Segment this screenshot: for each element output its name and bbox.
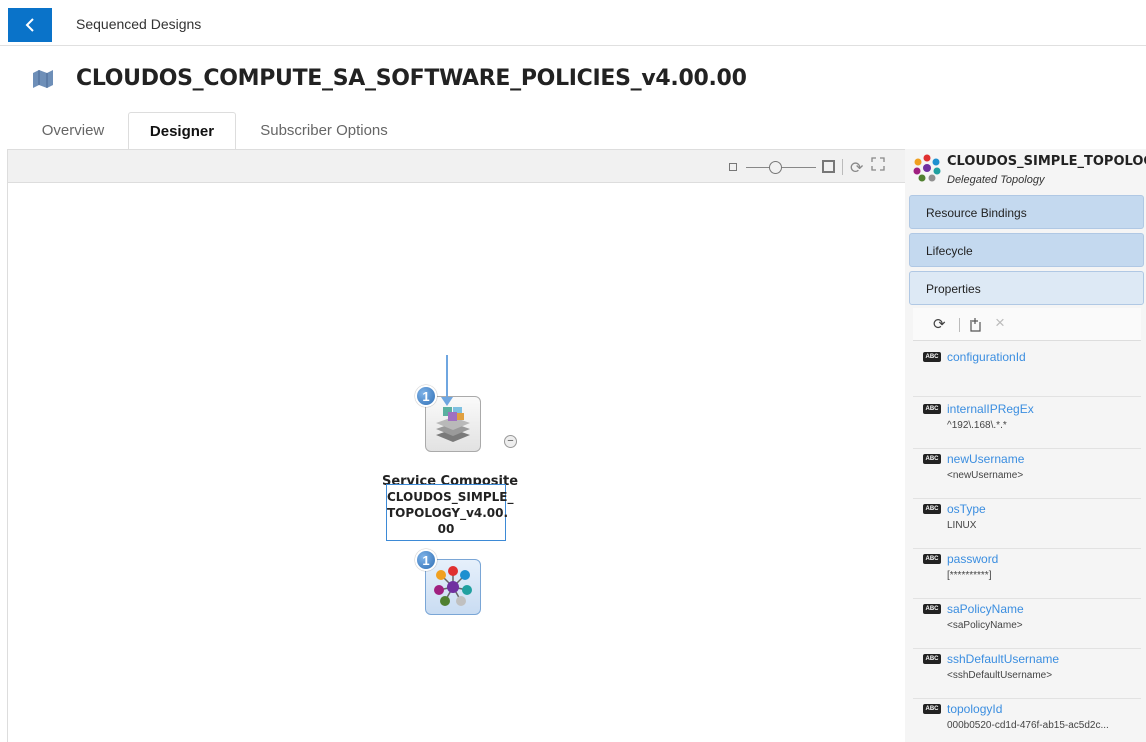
tab-designer[interactable]: Designer xyxy=(128,112,236,150)
property-name[interactable]: saPolicyName xyxy=(947,602,1024,616)
title-row: CLOUDOS_COMPUTE_SA_SOFTWARE_POLICIES_v4.… xyxy=(0,58,1146,102)
property-item[interactable]: ABC newUsername <newUsername> xyxy=(913,449,1141,499)
collapse-button[interactable]: − xyxy=(504,435,517,448)
property-value: 000b0520-cd1d-476f-ab15-ac5d2c... xyxy=(947,720,1109,731)
zoom-out-icon[interactable] xyxy=(729,163,737,171)
property-item[interactable]: ABC saPolicyName <saPolicyName> xyxy=(913,599,1141,649)
back-button[interactable] xyxy=(8,8,52,42)
properties-panel: CLOUDOS_SIMPLE_TOPOLOGY_v... Delegated T… xyxy=(905,149,1146,742)
toolbar-divider xyxy=(959,318,960,332)
service-composite-node[interactable] xyxy=(425,396,481,452)
panel-subtitle: Delegated Topology xyxy=(947,174,1045,186)
fit-screen-icon[interactable] xyxy=(871,157,885,171)
property-value: LINUX xyxy=(947,520,977,531)
property-value: <saPolicyName> xyxy=(947,620,1023,631)
property-name[interactable]: newUsername xyxy=(947,452,1024,466)
service-composite-icon xyxy=(436,407,470,442)
panel-title: CLOUDOS_SIMPLE_TOPOLOGY_v... xyxy=(947,154,1146,169)
node-label-line: 00 xyxy=(437,522,455,536)
properties-toolbar: ⟳ × xyxy=(913,308,1141,341)
property-item[interactable]: ABC password [**********] xyxy=(913,549,1141,599)
page-title: CLOUDOS_COMPUTE_SA_SOFTWARE_POLICIES_v4.… xyxy=(76,66,747,91)
property-name[interactable]: topologyId xyxy=(947,702,1002,716)
property-name[interactable]: sshDefaultUsername xyxy=(947,652,1059,666)
string-type-icon: ABC xyxy=(923,654,941,664)
string-type-icon: ABC xyxy=(923,454,941,464)
string-type-icon: ABC xyxy=(923,352,941,362)
property-value: <sshDefaultUsername> xyxy=(947,670,1053,681)
canvas-toolbar: ⟳ xyxy=(8,150,906,183)
tab-bar: Overview Designer Subscriber Options xyxy=(0,110,1146,150)
section-lifecycle[interactable]: Lifecycle xyxy=(909,233,1144,267)
section-properties[interactable]: Properties xyxy=(909,271,1144,305)
topology-icon xyxy=(434,566,472,606)
connector-line xyxy=(446,355,448,399)
node-label-line: TOPOLOGY_v4.00. xyxy=(387,506,509,520)
tab-subscriber-options[interactable]: Subscriber Options xyxy=(244,112,404,150)
property-value: ^192\.168\.*.* xyxy=(947,420,1007,431)
property-item[interactable]: ABC sshDefaultUsername <sshDefaultUserna… xyxy=(913,649,1141,699)
property-item[interactable]: ABC internalIPRegEx ^192\.168\.*.* xyxy=(913,399,1141,449)
string-type-icon: ABC xyxy=(923,704,941,714)
delete-icon[interactable]: × xyxy=(995,313,1005,333)
refresh-icon[interactable]: ⟳ xyxy=(850,158,863,178)
breadcrumb-link[interactable]: Sequenced Designs xyxy=(76,16,201,32)
connector-arrow xyxy=(441,397,453,406)
zoom-slider-handle[interactable] xyxy=(769,161,782,174)
section-resource-bindings[interactable]: Resource Bindings xyxy=(909,195,1144,229)
string-type-icon: ABC xyxy=(923,404,941,414)
back-arrow-icon xyxy=(25,18,34,32)
node-label-line: CLOUDOS_SIMPLE_ xyxy=(387,490,514,504)
map-icon xyxy=(33,70,53,88)
instance-count-badge: 1 xyxy=(415,549,437,571)
property-item[interactable]: ABC osType LINUX xyxy=(913,499,1141,549)
zoom-in-icon[interactable] xyxy=(822,160,835,173)
property-name[interactable]: osType xyxy=(947,502,986,516)
property-item[interactable]: ABC topologyId 000b0520-cd1d-476f-ab15-a… xyxy=(913,699,1141,742)
string-type-icon: ABC xyxy=(923,604,941,614)
tab-overview[interactable]: Overview xyxy=(26,112,120,150)
instance-count-badge: 1 xyxy=(415,385,437,407)
property-name[interactable]: internalIPRegEx xyxy=(947,402,1034,416)
property-value: <newUsername> xyxy=(947,470,1024,481)
property-item[interactable]: ABC configurationId xyxy=(913,347,1141,397)
panel-header: CLOUDOS_SIMPLE_TOPOLOGY_v... Delegated T… xyxy=(905,149,1146,192)
property-name[interactable]: password xyxy=(947,552,998,566)
string-type-icon: ABC xyxy=(923,504,941,514)
property-name[interactable]: configurationId xyxy=(947,350,1026,364)
toolbar-divider xyxy=(842,159,843,175)
refresh-icon[interactable]: ⟳ xyxy=(933,315,946,333)
top-bar: Sequenced Designs xyxy=(0,0,1146,46)
selected-node-label[interactable]: CLOUDOS_SIMPLE_ TOPOLOGY_v4.00. 00 xyxy=(386,484,514,541)
property-value: [**********] xyxy=(947,570,992,581)
string-type-icon: ABC xyxy=(923,554,941,564)
new-property-icon[interactable] xyxy=(969,317,982,332)
topology-icon xyxy=(913,154,941,182)
